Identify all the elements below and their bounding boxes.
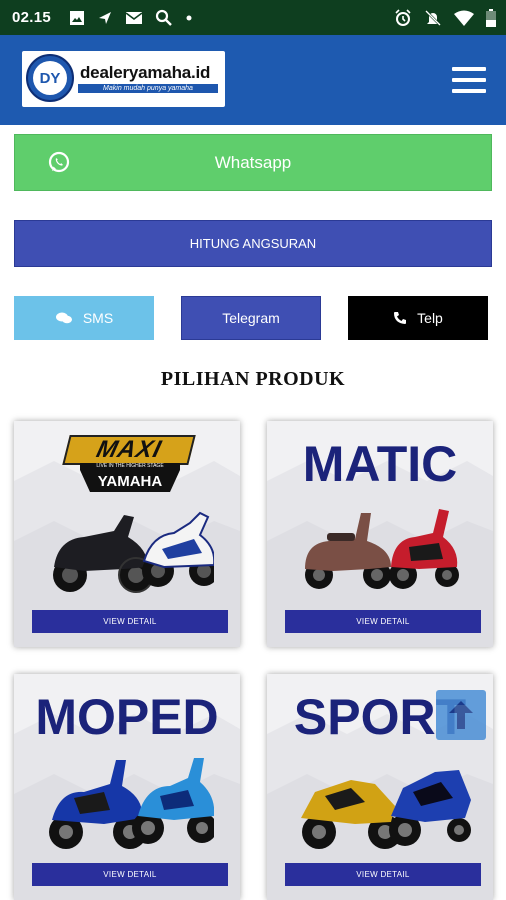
wifi-icon [454,10,474,26]
motorcycle-image [305,509,459,589]
product-card-maxi[interactable]: MAXI LIVE IN THE HIGHER STAGE YAMAHA VIE… [14,421,240,647]
whatsapp-icon [48,151,70,173]
hitung-angsuran-button[interactable]: HITUNG ANGSURAN [14,220,492,267]
view-detail-button[interactable]: VIEW DETAIL [32,863,228,886]
site-header: DY dealeryamaha.id Makin mudah punya yam… [0,35,506,125]
status-bar: 02.15 [0,0,506,35]
maxi-title: MAXI [93,436,165,463]
matic-title: MATIC [302,436,458,492]
product-card-matic[interactable]: MATIC VIEW DETAIL [267,421,493,647]
motorcycle-image [301,770,471,849]
hitung-angsuran-label: HITUNG ANGSURAN [189,236,317,251]
maxi-logo: MAXI LIVE IN THE HIGHER STAGE YAMAHA [62,435,196,497]
arrow-up-icon [449,701,473,729]
telp-button[interactable]: Telp [348,296,488,340]
alarm-icon [395,8,411,26]
menu-icon[interactable] [452,67,486,93]
mail-icon [125,11,143,24]
whatsapp-button[interactable]: Whatsapp [14,134,492,191]
view-detail-button[interactable]: VIEW DETAIL [285,863,481,886]
motorcycle-image [53,511,214,593]
view-detail-button[interactable]: VIEW DETAIL [32,610,228,633]
sms-label: SMS [82,310,114,326]
telegram-button[interactable]: Telegram [181,296,321,340]
notifications-off-icon [425,9,441,26]
maxi-slogan: LIVE IN THE HIGHER STAGE [80,463,180,470]
site-logo[interactable]: DY dealeryamaha.id Makin mudah punya yam… [22,51,225,107]
image-icon [70,10,85,25]
chat-icon [55,312,72,324]
section-title: PILIHAN PRODUK [160,368,346,390]
telp-label: Telp [417,310,443,326]
sms-button[interactable]: SMS [14,296,154,340]
motorcycle-image [49,758,214,849]
navigation-icon [99,11,112,24]
battery-icon [486,8,496,27]
telegram-label: Telegram [222,310,280,326]
search-icon [155,9,172,26]
maxi-brand: YAMAHA [80,470,180,492]
view-detail-button[interactable]: VIEW DETAIL [285,610,481,633]
product-card-moped[interactable]: MOPED VIEW DETAIL [14,674,240,900]
logo-emblem: DY [26,54,74,102]
status-time: 02.15 [12,9,52,26]
logo-name: dealeryamaha.id [80,63,211,82]
dot-icon [186,15,192,20]
whatsapp-label: Whatsapp [214,152,292,172]
scroll-to-top-button[interactable] [436,690,486,740]
logo-tagline: Makin mudah punya yamaha [78,84,218,93]
logo-initials: DY [33,61,67,95]
moped-title: MOPED [35,689,219,745]
phone-icon [394,312,407,324]
